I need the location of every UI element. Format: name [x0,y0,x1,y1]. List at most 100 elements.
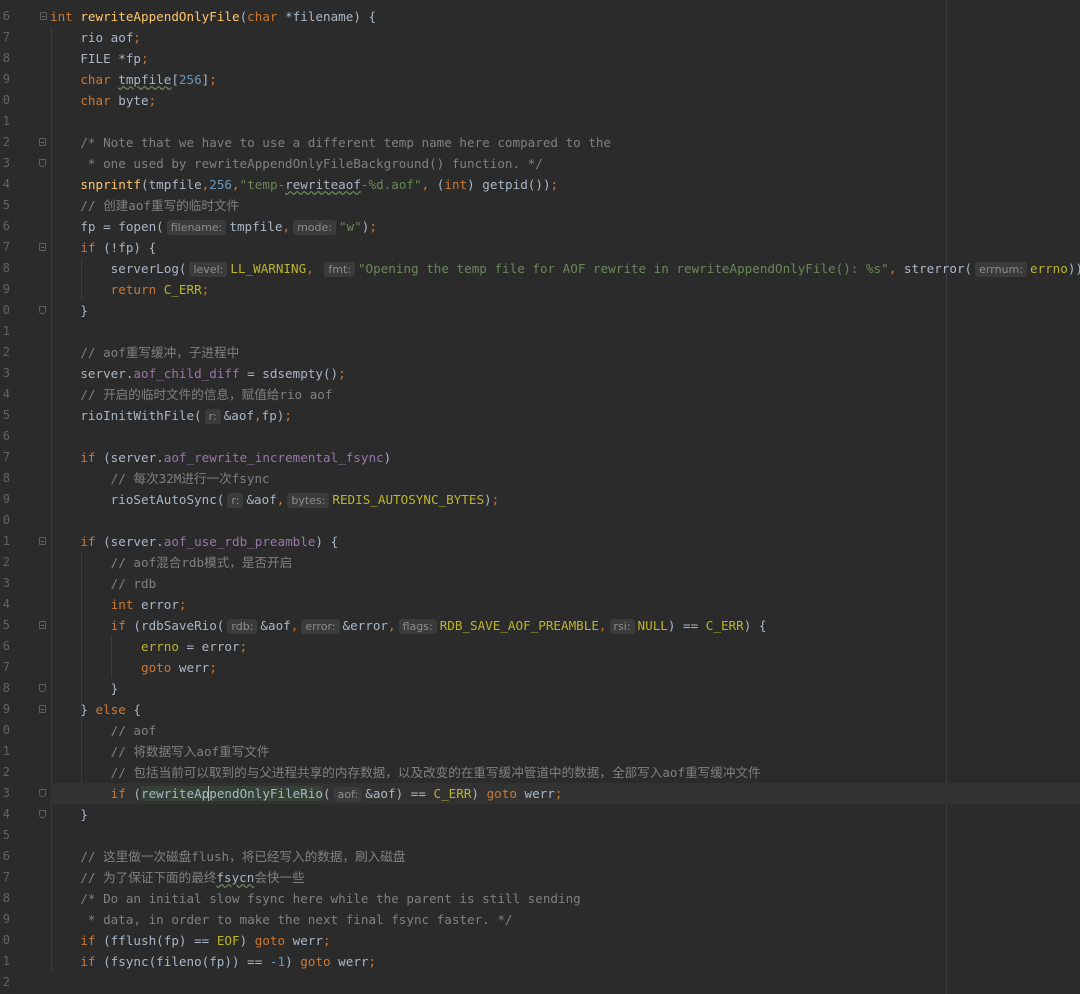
code-line[interactable]: char byte; [50,90,1080,111]
fold-expand-icon[interactable] [39,705,46,713]
code-token: int [50,597,141,612]
code-token: // 包括当前可以取到的与父进程共享的内存数据，以及改变的在重写缓冲管道中的数据… [50,765,761,780]
code-line[interactable]: errno = error; [50,636,1080,657]
code-token: &aof) == [365,786,434,801]
fold-expand-icon[interactable] [39,243,46,251]
code-line[interactable]: return C_ERR; [50,279,1080,300]
code-line[interactable]: goto werr; [50,657,1080,678]
code-token: , [276,492,285,507]
code-line[interactable]: // rdb [50,573,1080,594]
code-line[interactable]: // 将数据写入aof重写文件 [50,741,1080,762]
code-line[interactable]: rioInitWithFile(r: &aof,fp); [50,405,1080,426]
code-token: ; [550,177,559,192]
line-number: 8 [2,891,10,905]
code-token: "w" [338,219,362,234]
code-line[interactable]: serverLog(level: LL_WARNING, fmt: "Opening… [50,258,1080,279]
code-token: ; [141,51,149,66]
code-token: 会快一些 [254,870,305,885]
code-line[interactable]: if (fflush(fp) == EOF) goto werr; [50,930,1080,951]
line-number: 5 [2,618,10,632]
code-line[interactable]: if (server.aof_rewrite_incremental_fsync… [50,447,1080,468]
code-line[interactable]: * one used by rewriteAppendOnlyFileBackg… [50,153,1080,174]
code-token: /* Note that we have to use a different … [50,135,612,150]
code-token: (!fp) { [103,240,157,255]
code-line[interactable] [50,825,1080,846]
code-editor[interactable]: 6 7 8 9 0 1 2 3 4 5 6 7 8 9 0 1 2 3 4 5 6 7 8 9 0 1 2 3 4 5 6 7 8 9 0 1 2 3 4 5… [0,0,1080,994]
code-line[interactable]: } [50,300,1080,321]
code-token: , [232,177,240,192]
fold-end-icon[interactable] [39,306,46,314]
code-line[interactable]: fp = fopen(filename: tmpfile, mode: "w"); [50,216,1080,237]
code-line[interactable]: if (server.aof_use_rdb_preamble) { [50,531,1080,552]
code-line[interactable]: server.aof_child_diff = sdsempty(); [50,363,1080,384]
code-line[interactable]: // aof重写缓冲，子进程中 [50,342,1080,363]
parameter-hint: mode: [293,220,336,235]
code-line[interactable]: // aof [50,720,1080,741]
code-token: // 为了保证下面的最终 [50,870,217,885]
code-token: ) [383,450,392,465]
code-line[interactable]: // 这里做一次磁盘flush，将已经写入的数据，刷入磁盘 [50,846,1080,867]
code-line[interactable]: rioSetAutoSync(r: &aof, bytes: REDIS_AUTOSY… [50,489,1080,510]
code-token: )) [1067,261,1080,276]
code-line[interactable]: if (rdbSaveRio(rdb: &aof, error: &error, fla… [50,615,1080,636]
code-token: // 将数据写入aof重写文件 [50,744,270,759]
code-line[interactable] [50,426,1080,447]
code-line-current[interactable]: if (rewriteAppendOnlyFileRio(aof: &aof) =… [50,783,1080,804]
code-line[interactable]: if (fsync(fileno(fp)) == -1) goto werr; [50,951,1080,972]
code-line[interactable]: int error; [50,594,1080,615]
code-line[interactable] [50,510,1080,531]
code-line[interactable]: // 创建aof重写的临时文件 [50,195,1080,216]
code-line[interactable]: // 包括当前可以取到的与父进程共享的内存数据，以及改变的在重写缓冲管道中的数据… [50,762,1080,783]
code-line[interactable]: // 为了保证下面的最终fsycn会快一些 [50,867,1080,888]
code-line[interactable]: * data, in order to make the next final … [50,909,1080,930]
code-token: server. [50,366,134,381]
code-line[interactable]: snprintf(tmpfile,256,"temp-rewriteaof-%d… [50,174,1080,195]
highlighted-identifier: rewriteAp [141,786,210,801]
fold-expand-icon[interactable] [39,537,46,545]
code-line[interactable]: } [50,678,1080,699]
code-line[interactable]: /* Do an initial slow fsync here while t… [50,888,1080,909]
code-line[interactable]: // aof混合rdb模式，是否开启 [50,552,1080,573]
line-number: 6 [2,219,10,233]
line-number: 4 [2,387,10,401]
code-token: &aof [246,492,277,507]
fold-end-icon[interactable] [39,684,46,692]
code-token: ; [491,492,500,507]
line-number: 8 [2,681,10,695]
code-line[interactable]: // 每次32M进行一次fsync [50,468,1080,489]
line-number: 9 [2,282,10,296]
code-line[interactable] [50,321,1080,342]
line-number: 5 [2,828,10,842]
fold-end-icon[interactable] [39,810,46,818]
line-number: 8 [2,471,10,485]
line-number: 1 [2,324,10,338]
code-token: FILE *fp [50,51,141,66]
fold-expand-icon[interactable] [40,12,47,20]
code-token: // 每次32M进行一次fsync [50,471,270,486]
code-line[interactable]: rio aof; [50,27,1080,48]
code-line[interactable] [50,972,1080,993]
code-line[interactable]: if (!fp) { [50,237,1080,258]
code-token: werr [292,933,323,948]
code-token: ) [239,933,255,948]
code-line[interactable]: /* Note that we have to use a different … [50,132,1080,153]
code-line[interactable]: } else { [50,699,1080,720]
code-line[interactable]: int rewriteAppendOnlyFile(char *filename… [50,6,1080,27]
code-token: ; [368,954,377,969]
code-token: { [133,702,142,717]
line-number: 0 [2,513,10,527]
code-token: ; [201,282,210,297]
fold-end-icon[interactable] [39,159,46,167]
code-line[interactable] [50,111,1080,132]
code-token: (rdbSaveRio( [133,618,225,633]
fold-expand-icon[interactable] [39,621,46,629]
line-number: 6 [2,849,10,863]
code-line[interactable]: // 开启的临时文件的信息，赋值给rio aof [50,384,1080,405]
code-line[interactable]: char tmpfile[256]; [50,69,1080,90]
code-line[interactable]: } [50,804,1080,825]
fold-end-icon[interactable] [39,789,46,797]
code-line[interactable]: FILE *fp; [50,48,1080,69]
code-token: ; [338,366,346,381]
fold-expand-icon[interactable] [39,138,46,146]
code-token: } [50,807,88,822]
